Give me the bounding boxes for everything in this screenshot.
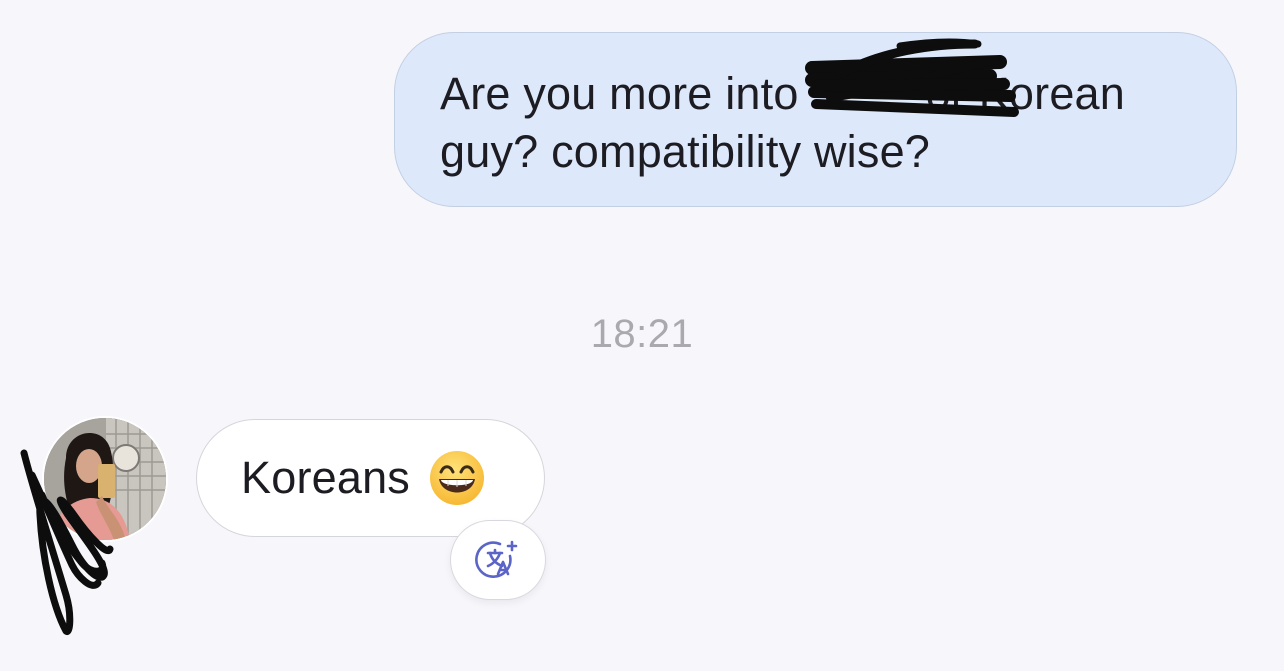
outgoing-message-text: Are you more into or Korean guy? compatib…: [440, 65, 1196, 181]
chat-view: Are you more into or Korean guy? compatib…: [0, 0, 1284, 671]
outgoing-message-line-2: guy? compatibility wise?: [440, 126, 931, 177]
outgoing-message-bubble[interactable]: Are you more into or Korean guy? compatib…: [394, 32, 1237, 207]
translate-button[interactable]: [450, 520, 546, 600]
grinning-face-emoji-icon: [430, 451, 485, 505]
message-timestamp: 18:21: [590, 312, 694, 356]
outgoing-message-line-1: Are you more into or Korean: [440, 68, 1126, 119]
translate-icon: [475, 540, 518, 578]
incoming-message-text: Koreans: [241, 452, 411, 503]
contact-avatar[interactable]: [44, 418, 166, 540]
avatar-photo: [44, 418, 166, 540]
